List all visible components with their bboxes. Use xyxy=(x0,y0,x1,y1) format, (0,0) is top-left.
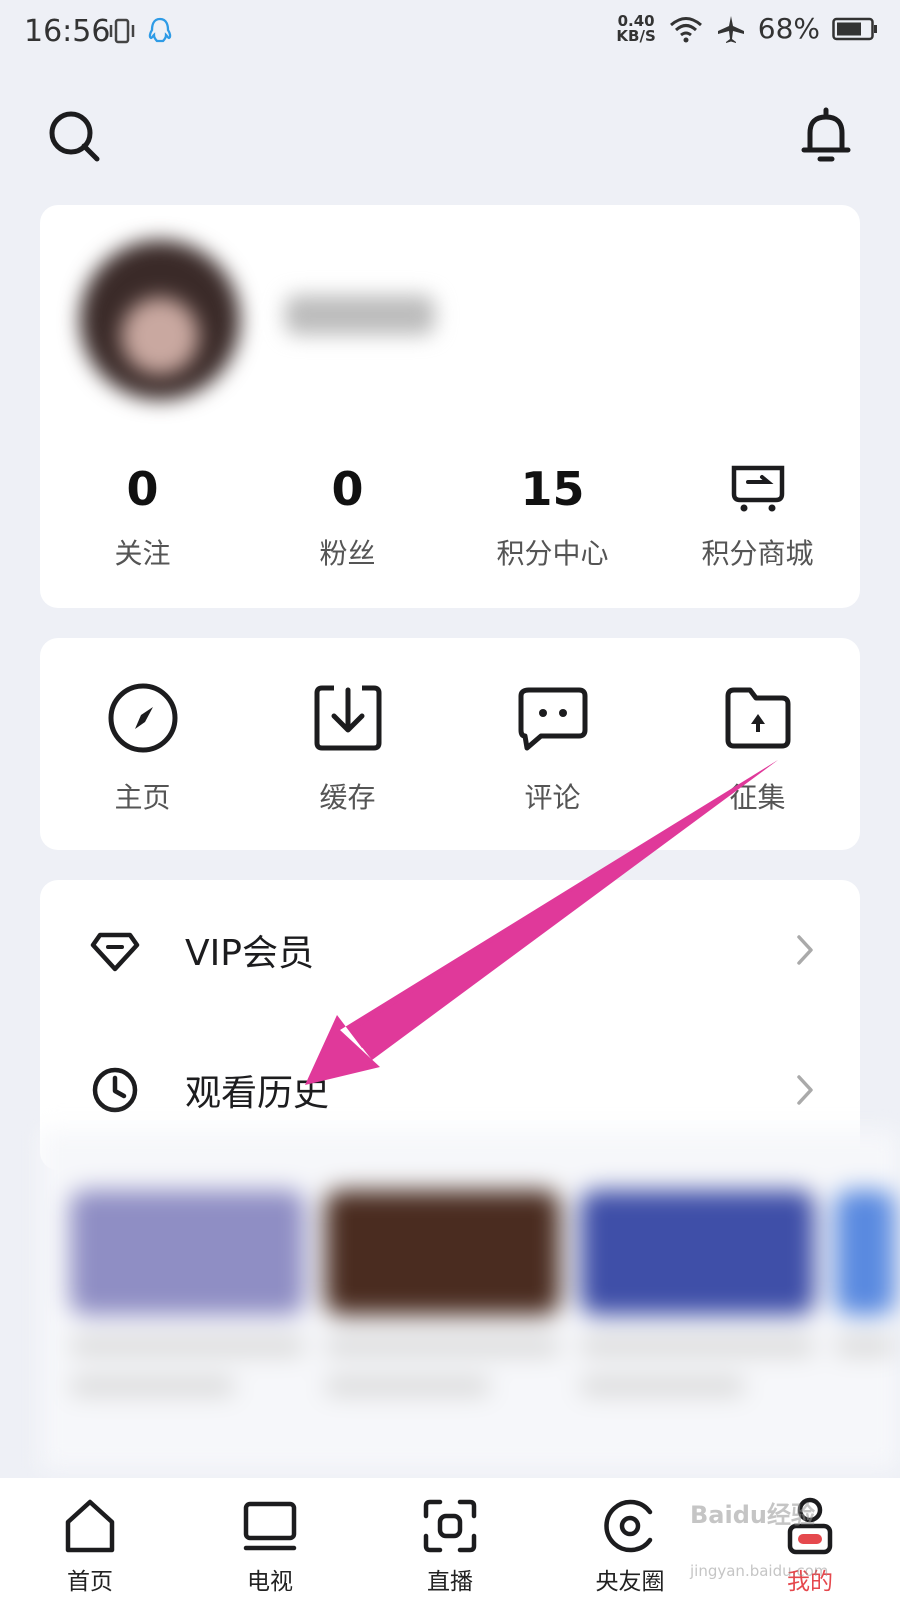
username-blurred xyxy=(285,295,435,335)
tab-live[interactable]: 直播 xyxy=(360,1478,540,1600)
battery-percent: 68% xyxy=(757,12,820,45)
live-icon xyxy=(423,1499,477,1553)
recommendation-thumbnail xyxy=(835,1190,895,1315)
recommendation-item[interactable] xyxy=(835,1190,895,1355)
watermark: Baidu经验 xyxy=(690,1501,815,1529)
watermark-url: jingyan.baidu.com xyxy=(690,1562,829,1580)
wifi-icon xyxy=(669,16,702,42)
recommendation-item[interactable] xyxy=(580,1190,815,1395)
menu-item-vip[interactable]: VIP会员 xyxy=(40,880,860,1020)
recommendation-item[interactable] xyxy=(325,1190,560,1395)
tab-tv[interactable]: 电视 xyxy=(180,1478,360,1600)
recommendations-blurred[interactable] xyxy=(40,1130,900,1470)
cart-icon xyxy=(731,465,784,512)
avatar[interactable] xyxy=(80,240,240,400)
quick-action-cache[interactable]: 缓存 xyxy=(245,680,450,816)
folder-upload-icon xyxy=(725,687,790,749)
home-icon xyxy=(65,1499,115,1553)
top-bar xyxy=(0,90,900,180)
net-speed: 0.40 KB/S xyxy=(616,11,656,45)
chevron-right-icon xyxy=(797,935,813,965)
compass-icon xyxy=(108,683,177,753)
profile-card: 0 关注 0 粉丝 15 积分中心 积分商城 xyxy=(40,205,860,608)
stats-row: 0 关注 0 粉丝 15 积分中心 积分商城 xyxy=(40,460,860,572)
profile-header-blurred[interactable] xyxy=(40,205,860,467)
stat-fans[interactable]: 0 粉丝 xyxy=(245,460,450,572)
qq-icon xyxy=(148,17,172,43)
chevron-right-icon xyxy=(797,1075,813,1105)
stat-following[interactable]: 0 关注 xyxy=(40,460,245,572)
recommendation-thumbnail xyxy=(70,1190,305,1315)
diamond-icon xyxy=(90,932,140,972)
clock-icon xyxy=(92,1067,138,1113)
stat-points-center[interactable]: 15 积分中心 xyxy=(450,460,655,572)
status-bar: 16:56 0.40 KB/S 68% xyxy=(0,0,900,64)
quick-action-comments[interactable]: 评论 xyxy=(450,680,655,816)
tab-home[interactable]: 首页 xyxy=(0,1478,180,1600)
recommendation-thumbnail xyxy=(580,1190,815,1315)
circle-icon xyxy=(604,1499,653,1553)
comment-icon xyxy=(518,687,587,751)
search-icon[interactable] xyxy=(44,106,104,166)
download-icon xyxy=(314,685,381,751)
airplane-icon xyxy=(717,15,744,43)
quick-actions-card: 主页 缓存 评论 征集 xyxy=(40,638,860,850)
tv-icon xyxy=(243,1501,297,1551)
stat-points-mall[interactable]: 积分商城 xyxy=(655,460,860,572)
quick-action-collect[interactable]: 征集 xyxy=(655,680,860,816)
recommendation-item[interactable] xyxy=(70,1190,305,1395)
vibrate-icon xyxy=(109,18,135,44)
recommendation-thumbnail xyxy=(325,1190,560,1315)
bell-icon[interactable] xyxy=(796,106,856,166)
quick-action-homepage[interactable]: 主页 xyxy=(40,680,245,816)
menu-card: VIP会员 观看历史 xyxy=(40,880,860,1170)
status-time: 16:56 xyxy=(24,14,111,49)
battery-icon xyxy=(832,17,877,40)
